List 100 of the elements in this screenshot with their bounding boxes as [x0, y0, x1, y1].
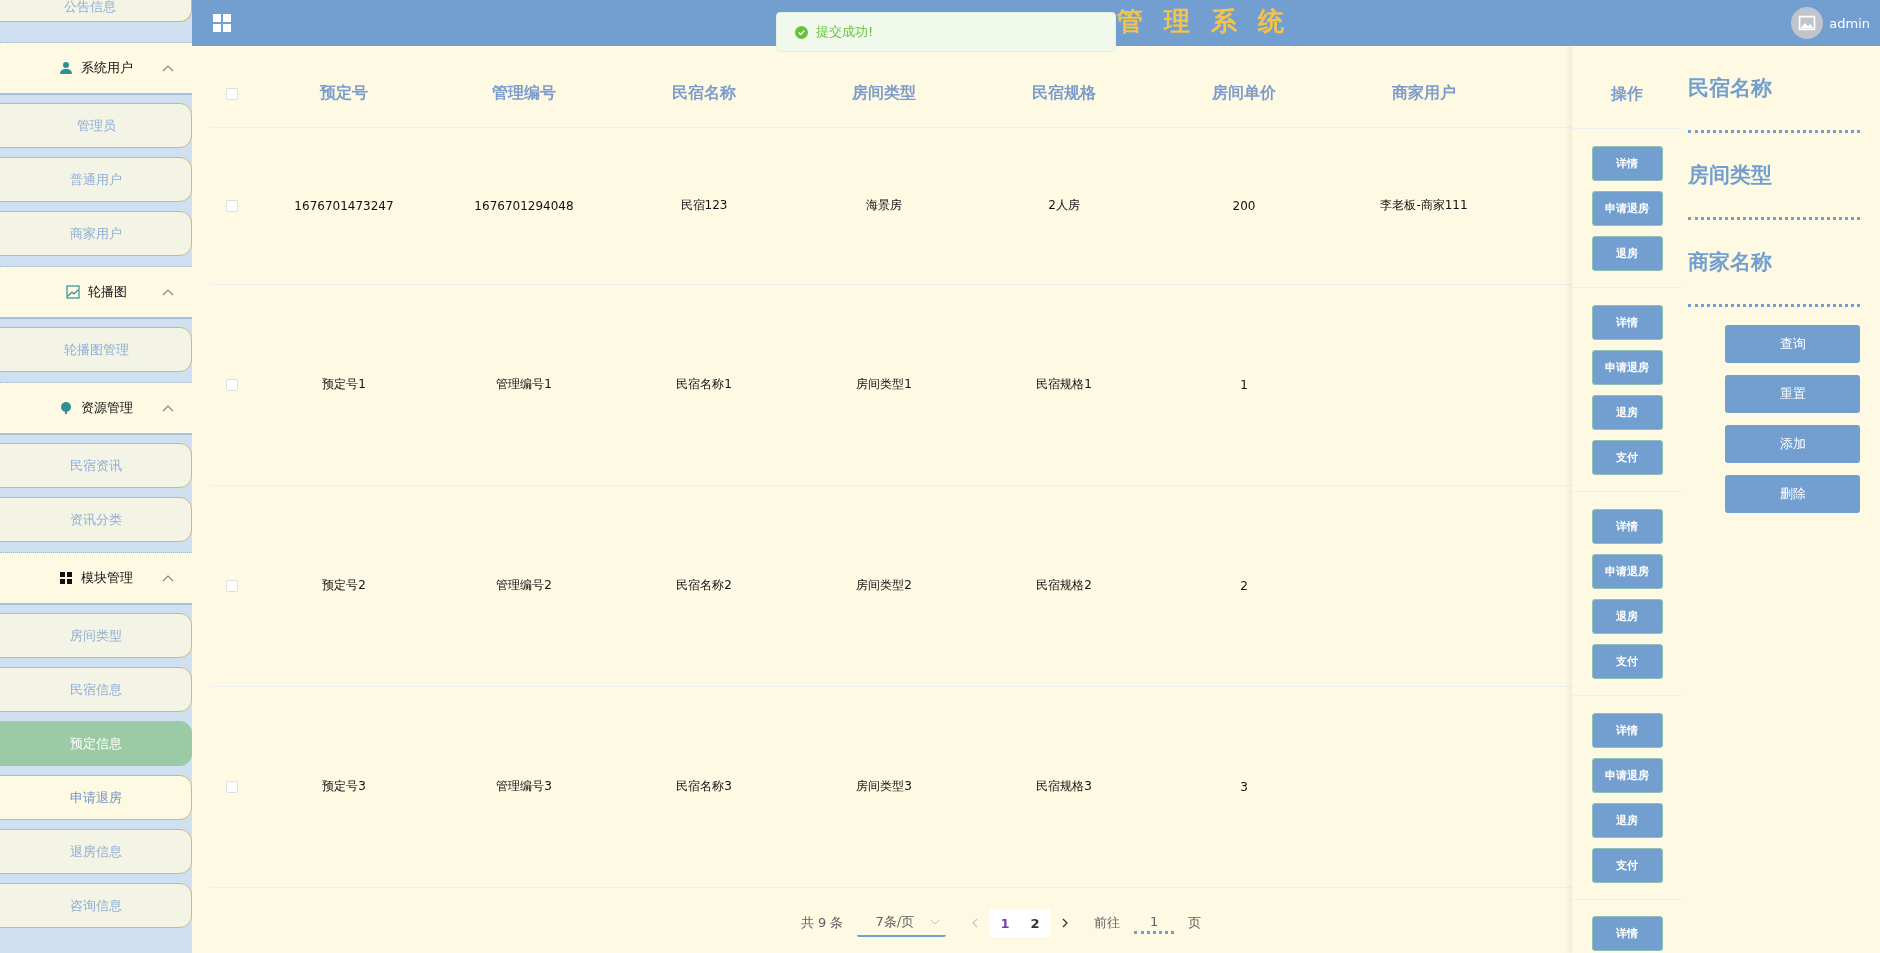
search-field[interactable]: 商家名称 [1688, 220, 1860, 307]
column-header: 操作 [1611, 83, 1643, 105]
action-button[interactable]: 申请退房 [1591, 349, 1663, 385]
column-header: 房间单价 [1212, 83, 1276, 102]
table-cell: 民宿规格1 [1036, 377, 1092, 392]
menu-item[interactable]: 商家用户 [0, 211, 192, 256]
user-icon [59, 61, 73, 75]
column-header: 预定号 [320, 83, 368, 102]
table-cell: 房间类型1 [856, 377, 912, 392]
user-name[interactable]: admin [1829, 15, 1870, 31]
page-unit-label: 页 [1188, 914, 1202, 933]
column-header: 商家用户 [1392, 83, 1456, 102]
app-title: 管 理 系 统 [1117, 5, 1291, 38]
chevron-right-icon [1062, 917, 1069, 928]
table-cell: 1676701473247 [294, 198, 394, 213]
action-button[interactable]: 退房 [1591, 394, 1663, 430]
action-button[interactable]: 退房 [1591, 598, 1663, 634]
menu-item[interactable]: 预定信息 [0, 721, 192, 766]
menu-item[interactable]: 轮播图管理 [0, 327, 192, 372]
row-checkbox[interactable] [226, 199, 238, 212]
search-field[interactable]: 房间类型 [1688, 133, 1860, 220]
menu-group-title: 系统用户 [81, 59, 133, 77]
select-all-checkbox[interactable] [226, 87, 238, 100]
chevron-left-icon [972, 917, 979, 928]
table-cell: 管理编号1 [496, 377, 552, 392]
menu-item[interactable]: 申请退房 [0, 775, 192, 820]
search-panel-button[interactable]: 重置 [1725, 375, 1860, 413]
toast-message: 提交成功! [816, 23, 874, 41]
avatar-icon[interactable] [1791, 7, 1824, 39]
action-button[interactable]: 申请退房 [1591, 553, 1663, 589]
menu-item[interactable]: 咨询信息 [0, 883, 192, 928]
action-button[interactable]: 支付 [1591, 847, 1663, 883]
table-cell: 民宿名称3 [676, 779, 732, 794]
row-checkbox[interactable] [226, 378, 238, 391]
column-header: 房间类型 [852, 83, 916, 102]
action-button[interactable]: 支付 [1591, 643, 1663, 679]
menu-group-header[interactable]: 系统用户 [0, 43, 192, 95]
table-cell: 预定号1 [322, 377, 366, 392]
column-header: 管理编号 [492, 83, 556, 102]
table-cell: 民宿规格2 [1036, 578, 1092, 593]
search-field[interactable]: 民宿名称 [1688, 46, 1860, 133]
total-count: 共 9 条 [800, 914, 844, 933]
action-button[interactable]: 支付 [1591, 439, 1663, 475]
action-button[interactable]: 详情 [1591, 304, 1663, 340]
search-panel-button[interactable]: 删除 [1725, 475, 1860, 513]
menu-item[interactable]: 公告信息 [0, 0, 192, 22]
action-button[interactable]: 申请退房 [1591, 757, 1663, 793]
menu-icon[interactable] [212, 13, 232, 33]
grid-icon [59, 571, 73, 585]
menu-group-title: 轮播图 [87, 283, 127, 301]
table-cell: 民宿123 [680, 198, 728, 213]
table-cell: 民宿名称2 [676, 578, 732, 593]
table-cell: 预定号2 [322, 578, 366, 593]
row-checkbox[interactable] [226, 579, 238, 592]
table-cell: 李老板-商家111 [1380, 198, 1468, 213]
success-icon [795, 25, 808, 39]
search-panel-button[interactable]: 查询 [1725, 325, 1860, 363]
action-button[interactable]: 申请退房 [1591, 190, 1663, 226]
image-icon [65, 285, 80, 299]
menu-group-header[interactable]: 轮播图 [0, 267, 192, 319]
row-checkbox[interactable] [226, 780, 238, 793]
table-cell: 房间类型3 [856, 779, 912, 794]
table-cell: 1676701294048 [474, 198, 574, 213]
menu-group-title: 资源管理 [81, 399, 133, 417]
menu-item[interactable]: 民宿资讯 [0, 443, 192, 488]
menu-group-header[interactable]: 资源管理 [0, 383, 192, 435]
table-cell: 海景房 [866, 198, 902, 213]
action-button[interactable]: 详情 [1591, 145, 1663, 181]
menu-item[interactable]: 民宿信息 [0, 667, 192, 712]
column-header: 民宿名称 [672, 83, 736, 102]
table-cell: 200 [1232, 198, 1256, 213]
goto-label: 前往 [1094, 914, 1121, 933]
action-button[interactable]: 详情 [1591, 712, 1663, 748]
menu-group-header[interactable]: 模块管理 [0, 553, 192, 605]
table-cell: 预定号3 [322, 779, 366, 794]
table-cell: 1 [1240, 377, 1248, 392]
action-button[interactable]: 退房 [1591, 802, 1663, 838]
table-cell: 管理编号3 [496, 779, 552, 794]
menu-item[interactable]: 退房信息 [0, 829, 192, 874]
caret-icon [930, 919, 941, 926]
table-cell: 3 [1240, 779, 1248, 794]
action-button[interactable]: 退房 [1591, 235, 1663, 271]
menu-item[interactable]: 资讯分类 [0, 497, 192, 542]
action-button[interactable]: 详情 [1591, 508, 1663, 544]
action-button[interactable]: 详情 [1591, 916, 1663, 951]
table-cell: 2 [1240, 578, 1248, 593]
menu-item[interactable]: 管理员 [0, 103, 192, 148]
menu-group-title: 模块管理 [81, 569, 133, 587]
pin-icon [59, 401, 73, 415]
goto-page-field[interactable]: 1 [1134, 912, 1175, 935]
menu-item[interactable]: 普通用户 [0, 157, 192, 202]
table-cell: 管理编号2 [496, 578, 552, 593]
table-cell: 民宿规格3 [1036, 779, 1092, 794]
table-cell: 2人房 [1048, 198, 1080, 213]
table-cell: 民宿名称1 [676, 377, 732, 392]
column-header: 民宿规格 [1032, 83, 1096, 102]
menu-item[interactable]: 房间类型 [0, 613, 192, 658]
search-panel-button[interactable]: 添加 [1725, 425, 1860, 463]
table-cell: 房间类型2 [856, 578, 912, 593]
page-size-select[interactable]: 7条/页 [857, 909, 947, 938]
